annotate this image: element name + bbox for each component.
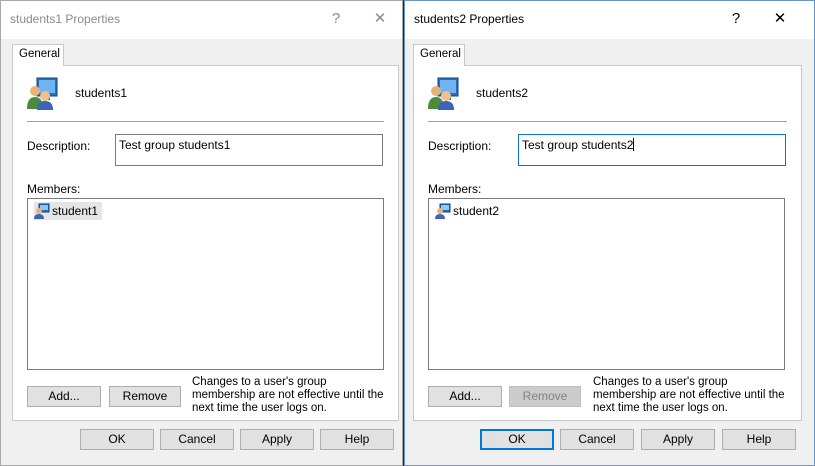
tab-general[interactable]: General <box>413 44 465 66</box>
help-button[interactable]: Help <box>722 429 796 450</box>
description-label: Description: <box>27 139 91 153</box>
membership-note: Changes to a user's group membership are… <box>593 376 785 414</box>
description-value: Test group students2 <box>522 138 634 152</box>
help-button[interactable]: Help <box>320 429 394 450</box>
group-name: students1 <box>75 86 128 100</box>
add-button[interactable]: Add... <box>27 386 101 407</box>
general-tab-panel: students2 Description: Test group studen… <box>413 65 802 421</box>
description-label: Description: <box>428 139 492 153</box>
members-list[interactable]: student1 <box>27 198 384 370</box>
close-icon[interactable]: ✕ <box>763 7 797 31</box>
members-list[interactable]: student2 <box>428 198 785 370</box>
title-bar[interactable]: students2 Properties ? ✕ <box>405 1 814 39</box>
title-bar[interactable]: students1 Properties ? ✕ <box>1 1 402 39</box>
cancel-button[interactable]: Cancel <box>160 429 234 450</box>
ok-button[interactable]: OK <box>80 429 154 450</box>
properties-dialog-students1: students1 Properties ? ✕ General student… <box>0 0 403 466</box>
group-icon <box>27 77 58 110</box>
description-field[interactable]: Test group students1 <box>115 134 383 166</box>
remove-button[interactable]: Remove <box>109 386 181 407</box>
description-field[interactable]: Test group students2 <box>518 134 786 166</box>
add-button[interactable]: Add... <box>428 386 502 407</box>
group-icon <box>428 77 459 110</box>
user-icon <box>34 203 50 219</box>
properties-dialog-students2: students2 Properties ? ✕ General student… <box>404 0 815 466</box>
cancel-button[interactable]: Cancel <box>560 429 634 450</box>
tab-general[interactable]: General <box>12 44 64 66</box>
dialog-title: students1 Properties <box>10 12 121 26</box>
close-icon[interactable]: ✕ <box>363 7 397 31</box>
apply-button[interactable]: Apply <box>240 429 314 450</box>
description-value: Test group students1 <box>119 138 231 152</box>
apply-button[interactable]: Apply <box>641 429 715 450</box>
dialog-title: students2 Properties <box>414 12 525 26</box>
remove-button[interactable]: Remove <box>509 386 581 407</box>
member-name: student2 <box>453 204 500 218</box>
members-label: Members: <box>428 182 482 196</box>
separator <box>27 121 384 122</box>
user-icon <box>435 203 451 219</box>
ok-button[interactable]: OK <box>480 429 554 450</box>
separator <box>428 121 787 122</box>
group-name: students2 <box>476 86 529 100</box>
members-label: Members: <box>27 182 81 196</box>
member-name: student1 <box>52 204 99 218</box>
help-icon[interactable]: ? <box>719 7 753 31</box>
membership-note: Changes to a user's group membership are… <box>192 376 384 414</box>
general-tab-panel: students1 Description: Test group studen… <box>12 65 399 421</box>
list-item[interactable]: student2 <box>435 202 503 220</box>
list-item[interactable]: student1 <box>34 202 103 220</box>
help-icon[interactable]: ? <box>319 7 353 31</box>
text-caret <box>633 138 635 151</box>
